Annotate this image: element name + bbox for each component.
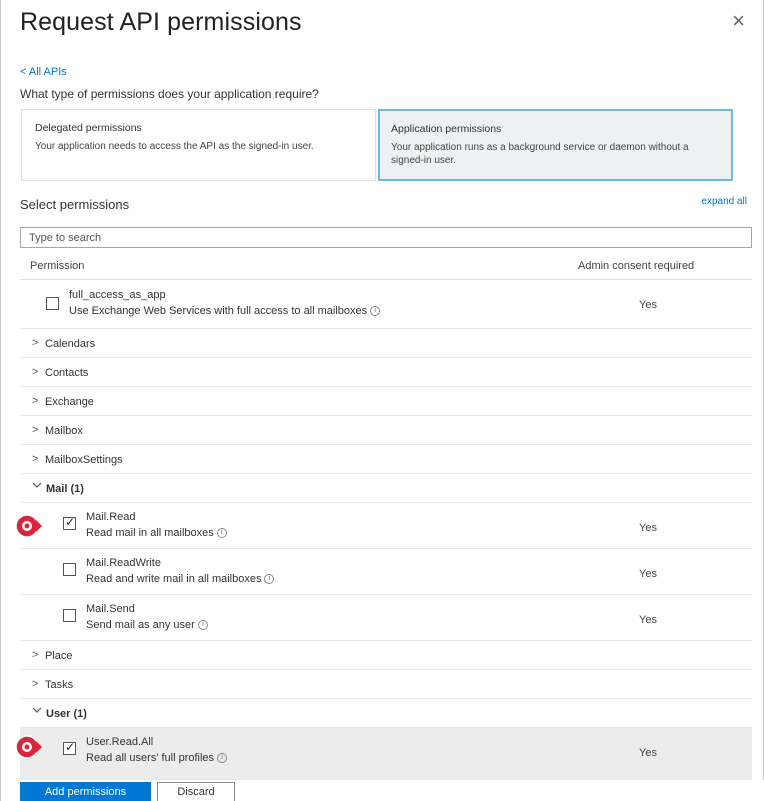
permission-checkbox[interactable] — [46, 297, 59, 310]
group-contacts[interactable]: > Contacts — [20, 358, 752, 387]
add-permissions-button[interactable]: Add permissions — [20, 782, 151, 801]
permission-row-mail-readwrite: Mail.ReadWrite Read and write mail in al… — [20, 549, 752, 595]
group-tasks[interactable]: > Tasks — [20, 670, 752, 699]
all-apis-link[interactable]: < All APIs — [20, 66, 67, 78]
info-icon[interactable]: i — [216, 528, 227, 539]
delegated-permissions-description: Your application needs to access the API… — [35, 141, 314, 152]
permission-description: Read all users' full profiles i — [86, 752, 228, 764]
permission-description-text: Read and write mail in all mailboxes — [86, 573, 262, 585]
chevron-right-icon: > — [32, 366, 39, 378]
chevron-right-icon: > — [32, 649, 39, 661]
permission-checkbox[interactable] — [63, 515, 76, 530]
permission-name: Mail.Read — [86, 511, 136, 523]
permission-checkbox[interactable] — [63, 740, 76, 755]
chevron-right-icon: > — [32, 424, 39, 436]
chevron-down-icon — [32, 480, 42, 492]
permission-name: User.Read.All — [86, 736, 154, 748]
group-user[interactable]: User (1) — [20, 699, 752, 728]
group-label: Mailbox — [45, 425, 83, 437]
chevron-right-icon: > — [32, 395, 39, 407]
group-exchange[interactable]: > Exchange — [20, 387, 752, 416]
group-label: User (1) — [46, 708, 87, 720]
admin-consent-value: Yes — [639, 568, 657, 580]
application-permissions-title: Application permissions — [391, 123, 502, 135]
permission-description-text: Read mail in all mailboxes — [86, 527, 214, 539]
permission-description-text: Read all users' full profiles — [86, 752, 215, 764]
group-label: Mail (1) — [46, 483, 84, 495]
permission-type-question: What type of permissions does your appli… — [20, 87, 319, 101]
permission-description-text: Use Exchange Web Services with full acce… — [69, 305, 368, 317]
group-mailbox-settings[interactable]: > MailboxSettings — [20, 445, 752, 474]
group-label: Place — [45, 650, 73, 662]
highlight-marker-icon — [15, 514, 42, 538]
permission-name: Mail.ReadWrite — [86, 557, 161, 569]
group-mailbox[interactable]: > Mailbox — [20, 416, 752, 445]
permissions-panel: Request API permissions × < All APIs Wha… — [0, 0, 764, 801]
expand-all-link[interactable]: expand all — [701, 196, 747, 207]
close-icon[interactable]: × — [732, 10, 745, 32]
discard-button[interactable]: Discard — [157, 782, 235, 801]
info-icon[interactable]: i — [370, 306, 381, 317]
permission-column-header: Permission — [30, 260, 85, 272]
permission-description: Send mail as any user i — [86, 619, 208, 631]
group-label: Tasks — [45, 679, 74, 691]
permission-name: full_access_as_app — [69, 289, 166, 301]
delegated-permissions-title: Delegated permissions — [35, 122, 142, 134]
chevron-right-icon: > — [32, 337, 39, 349]
panel-title: Request API permissions — [20, 8, 302, 36]
info-icon[interactable]: i — [264, 574, 275, 585]
info-icon[interactable]: i — [197, 620, 208, 631]
group-label: MailboxSettings — [45, 454, 123, 466]
permission-description: Read mail in all mailboxes i — [86, 527, 227, 539]
table-header: Permission Admin consent required — [20, 252, 752, 280]
delegated-permissions-card[interactable]: Delegated permissions Your application n… — [21, 109, 376, 181]
group-label: Calendars — [45, 338, 96, 350]
chevron-right-icon: > — [32, 678, 39, 690]
permission-name: Mail.Send — [86, 603, 135, 615]
permission-description: Read and write mail in all mailboxes i — [86, 573, 275, 585]
permission-row-full-access-as-app: full_access_as_app Use Exchange Web Serv… — [20, 281, 752, 329]
group-calendars[interactable]: > Calendars — [20, 329, 752, 358]
info-icon[interactable]: i — [217, 753, 228, 764]
search-input[interactable] — [20, 227, 752, 248]
chevron-down-icon — [32, 705, 42, 717]
highlight-marker-icon — [15, 735, 42, 759]
permission-row-user-read-all: User.Read.All Read all users' full profi… — [20, 728, 752, 780]
permission-description: Use Exchange Web Services with full acce… — [69, 305, 381, 317]
group-label: Contacts — [45, 367, 89, 379]
application-permissions-description: Your application runs as a background se… — [391, 142, 689, 166]
permission-description-text: Send mail as any user — [86, 619, 195, 631]
admin-consent-value: Yes — [639, 299, 657, 311]
group-label: Exchange — [45, 396, 94, 408]
admin-consent-value: Yes — [639, 614, 657, 626]
application-permissions-card[interactable]: Application permissions Your application… — [378, 109, 733, 181]
admin-consent-value: Yes — [639, 747, 657, 759]
permission-row-mail-read: Mail.Read Read mail in all mailboxesi Ye… — [20, 503, 752, 549]
permission-row-mail-send: Mail.Send Send mail as any user i Yes — [20, 595, 752, 641]
permission-checkbox[interactable] — [63, 609, 76, 622]
group-place[interactable]: > Place — [20, 641, 752, 670]
group-mail[interactable]: Mail (1) — [20, 474, 752, 503]
chevron-right-icon: > — [32, 453, 39, 465]
admin-consent-value: Yes — [639, 522, 657, 534]
permission-checkbox[interactable] — [63, 563, 76, 576]
admin-consent-column-header: Admin consent required — [578, 260, 695, 272]
select-permissions-label: Select permissions — [20, 197, 130, 212]
